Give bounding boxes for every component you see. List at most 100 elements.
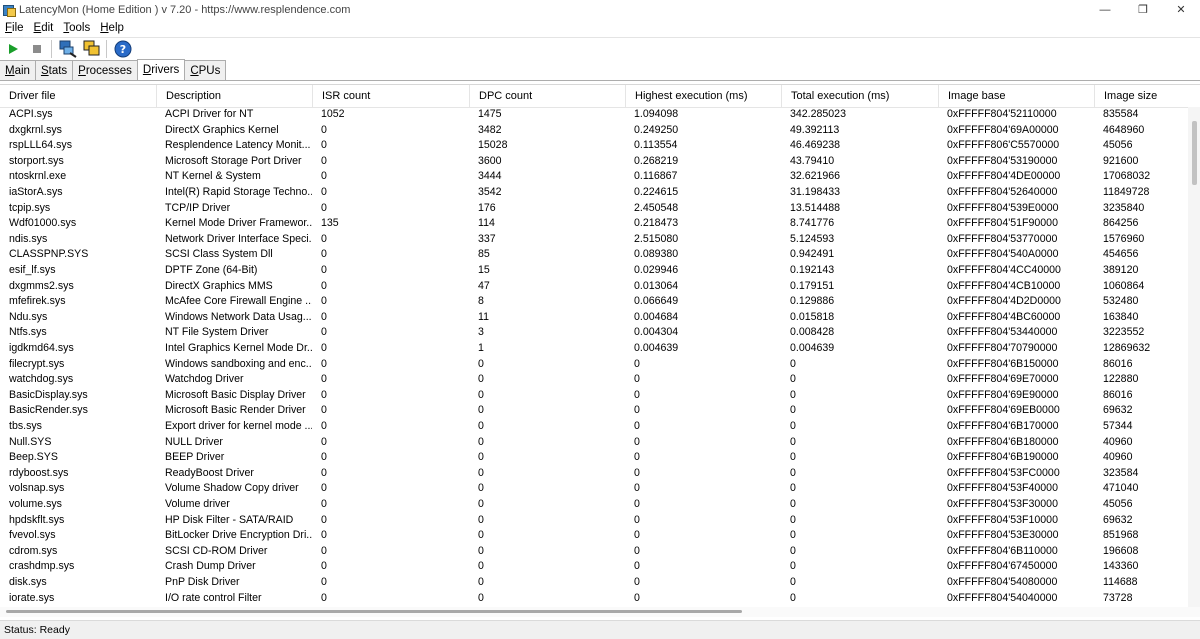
help-button[interactable]: ? xyxy=(112,39,134,59)
stop-button[interactable] xyxy=(26,39,48,59)
restore-button[interactable]: ❐ xyxy=(1124,0,1162,19)
close-button[interactable]: ✕ xyxy=(1162,0,1200,19)
col-description-cell: DirectX Graphics Kernel xyxy=(165,123,279,136)
vertical-scrollbar[interactable] xyxy=(1188,107,1200,608)
col-image-size-cell: 454656 xyxy=(1103,248,1139,261)
col-dpc-count-cell: 0 xyxy=(478,576,484,588)
tab-processes[interactable]: Processes xyxy=(72,60,138,80)
col-image-size-cell: 163840 xyxy=(1103,310,1139,323)
horizontal-scrollbar[interactable] xyxy=(0,607,1200,617)
col-total-execution-cell: 0 xyxy=(790,591,796,604)
table-row[interactable]: iorate.sys I/O rate control Filter 0 0 0 0 0xF… xyxy=(0,591,1188,607)
table-row[interactable]: ntoskrnl.exe NT Kernel & System 0 3444 0.116… xyxy=(0,169,1188,185)
table-row[interactable]: tbs.sys Export driver for kernel mode ...… xyxy=(0,419,1188,435)
table-row[interactable]: cdrom.sys SCSI CD-ROM Driver 0 0 0 0 0xFFFFF80… xyxy=(0,544,1188,560)
table-row[interactable]: dxgmms2.sys DirectX Graphics MMS 0 47 0.0130… xyxy=(0,279,1188,295)
table-row[interactable]: igdkmd64.sys Intel Graphics Kernel Mode D… xyxy=(0,341,1188,357)
table-row[interactable]: fvevol.sys BitLocker Drive Encryption Dri… xyxy=(0,528,1188,544)
table-row[interactable]: CLASSPNP.SYS SCSI Class System Dll 0 85 0.08… xyxy=(0,247,1188,263)
col-description-cell: NULL Driver xyxy=(165,435,223,448)
table-row[interactable]: crashdmp.sys Crash Dump Driver 0 0 0 0 0xFFFFF… xyxy=(0,559,1188,575)
col-dpc-count-header[interactable]: DPC count xyxy=(469,85,625,107)
col-driver-file-header[interactable]: Driver file xyxy=(0,85,156,107)
table-row[interactable]: tcpip.sys TCP/IP Driver 0 176 2.450548 13.514… xyxy=(0,201,1188,217)
col-image-base-header[interactable]: Image base xyxy=(938,85,1094,107)
tab-main[interactable]: Main xyxy=(0,60,36,80)
col-description-cell: Microsoft Basic Display Driver xyxy=(165,388,306,401)
col-highest-execution-cell: 0.113554 xyxy=(634,139,678,152)
menu-file[interactable]: File xyxy=(0,22,29,34)
col-image-base-cell: 0xFFFFF804'69E90000 xyxy=(947,388,1059,401)
table-row[interactable]: volume.sys Volume driver 0 0 0 0 0xFFFFF804'53… xyxy=(0,497,1188,513)
analyze-button[interactable] xyxy=(57,39,79,59)
col-dpc-count-cell: 15028 xyxy=(478,139,508,152)
col-description-cell: Intel Graphics Kernel Mode Dr... xyxy=(165,342,312,354)
col-driver-file-cell: storport.sys xyxy=(9,154,64,167)
table-row[interactable]: rspLLL64.sys Resplendence Latency Monit..… xyxy=(0,138,1188,154)
table-row[interactable]: rdyboost.sys ReadyBoost Driver 0 0 0 0 0xFFFFF… xyxy=(0,466,1188,482)
col-total-execution-cell: 0 xyxy=(790,357,796,370)
table-row[interactable]: Ntfs.sys NT File System Driver 0 3 0.004304 0… xyxy=(0,325,1188,341)
table-row[interactable]: Wdf01000.sys Kernel Mode Driver Framewor.… xyxy=(0,216,1188,232)
table-row[interactable]: disk.sys PnP Disk Driver 0 0 0 0 0xFFFFF804'54… xyxy=(0,575,1188,591)
table-row[interactable]: iaStorA.sys Intel(R) Rapid Storage Techno… xyxy=(0,185,1188,201)
table-row[interactable]: watchdog.sys Watchdog Driver 0 0 0 0 0xFFFFF80… xyxy=(0,372,1188,388)
title-bar: LatencyMon (Home Edition ) v 7.20 - http… xyxy=(0,0,1200,19)
col-highest-execution-header[interactable]: Highest execution (ms) xyxy=(625,85,781,107)
col-total-execution-cell: 0 xyxy=(790,373,796,386)
col-image-size-header[interactable]: Image size xyxy=(1094,85,1188,107)
table-row[interactable]: volsnap.sys Volume Shadow Copy driver 0 0 0 0… xyxy=(0,481,1188,497)
table-row[interactable]: BasicRender.sys Microsoft Basic Render Dr… xyxy=(0,403,1188,419)
col-isr-count-header[interactable]: ISR count xyxy=(312,85,469,107)
table-row[interactable]: ndis.sys Network Driver Interface Speci..… xyxy=(0,232,1188,248)
col-image-size-cell: 851968 xyxy=(1103,529,1139,542)
start-button[interactable] xyxy=(2,39,24,59)
col-highest-execution-cell: 0.004304 xyxy=(634,326,679,339)
table-row[interactable]: Ndu.sys Windows Network Data Usag... 0 11 0.… xyxy=(0,310,1188,326)
menu-edit[interactable]: Edit xyxy=(29,22,59,34)
col-image-size-cell: 1060864 xyxy=(1103,279,1145,292)
col-image-base-cell: 0xFFFFF804'6B150000 xyxy=(947,357,1059,370)
menu-tools[interactable]: Tools xyxy=(58,22,95,34)
col-highest-execution-cell: 0 xyxy=(634,435,640,448)
col-total-execution-cell: 0 xyxy=(790,529,796,542)
menu-help[interactable]: Help xyxy=(95,22,129,34)
col-highest-execution-cell: 0.268219 xyxy=(634,154,679,167)
col-image-size-cell: 3223552 xyxy=(1103,326,1145,339)
col-image-size-cell: 471040 xyxy=(1103,482,1139,495)
tab-cpus[interactable]: C PUs xyxy=(184,60,227,80)
table-row[interactable]: BasicDisplay.sys Microsoft Basic Display … xyxy=(0,388,1188,404)
tab-drivers[interactable]: Drivers xyxy=(136,59,186,80)
col-description-cell: McAfee Core Firewall Engine ... xyxy=(165,295,312,308)
col-image-size-cell: 11849728 xyxy=(1103,186,1150,198)
tab-stats[interactable]: Stats xyxy=(34,60,74,80)
col-description-header[interactable]: Description xyxy=(156,85,312,107)
table-row[interactable]: esif_lf.sys DPTF Zone (64-Bit) 0 15 0.029946… xyxy=(0,263,1188,279)
table-row[interactable]: Beep.SYS BEEP Driver 0 0 0 0 0xFFFFF804'6B1900… xyxy=(0,450,1188,466)
col-total-execution-header[interactable]: Total execution (ms) xyxy=(781,85,938,107)
table-row[interactable]: dxgkrnl.sys DirectX Graphics Kernel 0 3482 0… xyxy=(0,123,1188,139)
horizontal-scroll-thumb[interactable] xyxy=(6,610,742,613)
col-image-base-cell: 0xFFFFF804'53FC0000 xyxy=(947,466,1060,479)
col-image-size-cell: 40960 xyxy=(1103,435,1133,448)
col-driver-file-cell: fvevol.sys xyxy=(9,529,56,542)
col-image-base-cell: 0xFFFFF804'54040000 xyxy=(947,591,1058,604)
windows-button[interactable] xyxy=(81,39,103,59)
col-description-cell: HP Disk Filter - SATA/RAID xyxy=(165,513,294,526)
col-dpc-count-cell: 85 xyxy=(478,248,490,261)
col-image-base-cell: 0xFFFFF804'69EB0000 xyxy=(947,404,1060,417)
table-row[interactable]: storport.sys Microsoft Storage Port Drive… xyxy=(0,154,1188,170)
table-row[interactable]: hpdskflt.sys HP Disk Filter - SATA/RAID 0 0… xyxy=(0,513,1188,529)
col-total-execution-cell: 43.79410 xyxy=(790,154,835,167)
toolbar-separator xyxy=(106,40,107,58)
col-isr-count-cell: 0 xyxy=(321,170,327,183)
table-row[interactable]: filecrypt.sys Windows sandboxing and enc.… xyxy=(0,357,1188,373)
minimize-button[interactable]: — xyxy=(1086,0,1124,19)
vertical-scroll-thumb[interactable] xyxy=(1192,121,1197,185)
table-row[interactable]: Null.SYS NULL Driver 0 0 0 0 0xFFFFF804'6B1800… xyxy=(0,435,1188,451)
table-row[interactable]: ACPI.sys ACPI Driver for NT 1052 1475 1.0940… xyxy=(0,107,1188,123)
col-highest-execution-cell: 0.013064 xyxy=(634,279,679,292)
table-row[interactable]: mfefirek.sys McAfee Core Firewall Engine … xyxy=(0,294,1188,310)
col-total-execution-cell: 32.621966 xyxy=(790,170,841,183)
col-driver-file-cell: hpdskflt.sys xyxy=(9,513,65,526)
